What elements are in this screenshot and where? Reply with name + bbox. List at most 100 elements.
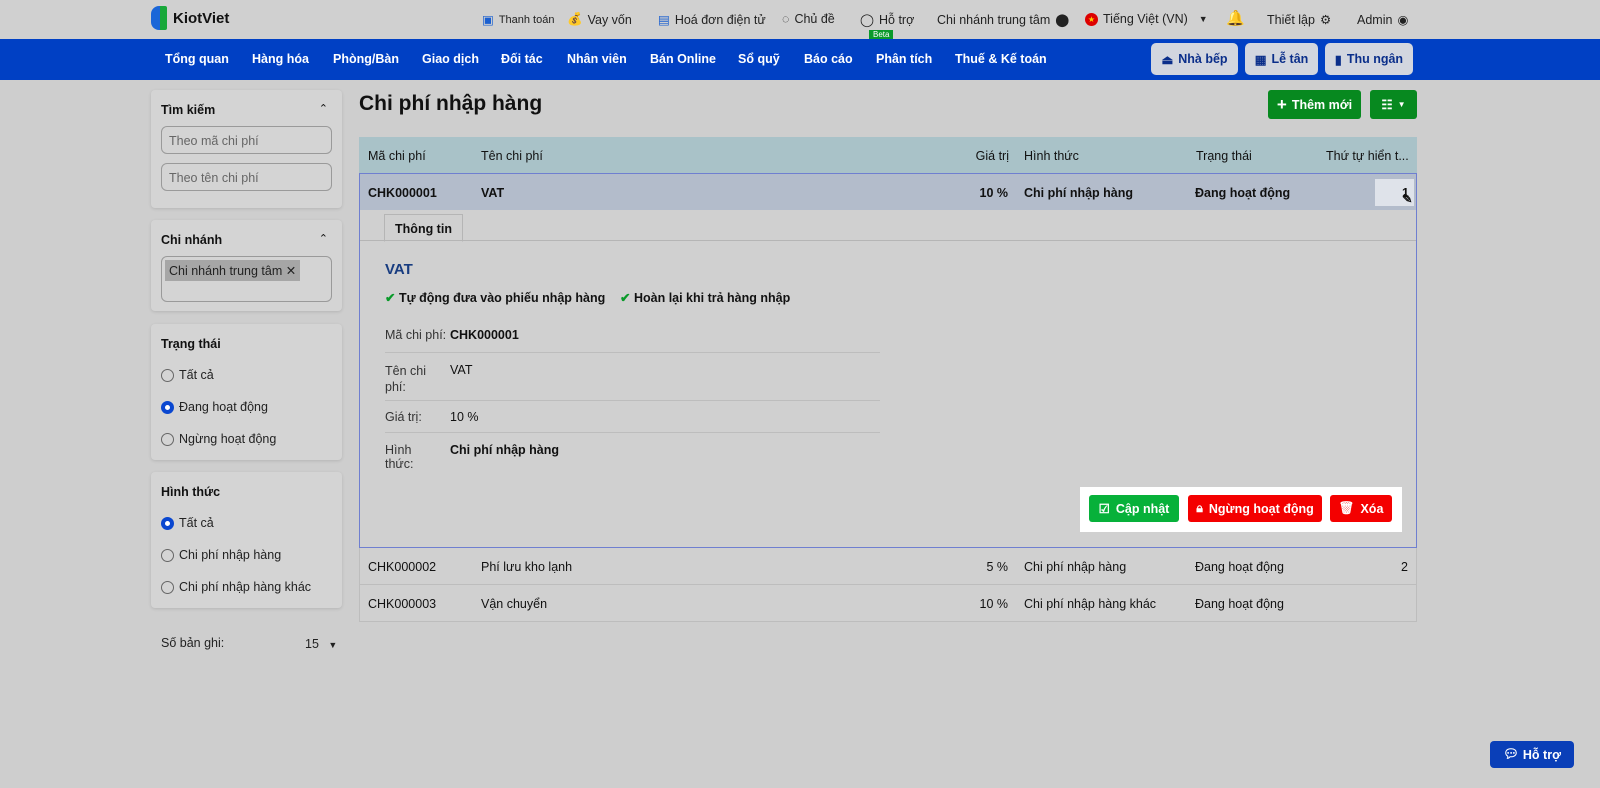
- palette-icon: ◌: [782, 12, 790, 26]
- name-search-input[interactable]: Theo tên chi phí: [161, 163, 332, 191]
- pencil-icon: ✎: [1402, 192, 1413, 206]
- check-icon: ✔: [620, 291, 631, 305]
- col-code: Mã chi phí: [368, 149, 426, 163]
- loan-link[interactable]: 💰 Vay vốn: [567, 12, 632, 27]
- nav-partners[interactable]: Đối tác: [501, 52, 543, 66]
- field-code: Mã chi phí: CHK000001: [385, 328, 880, 353]
- order-edit-field[interactable]: ✎ 1: [1375, 179, 1414, 206]
- logo[interactable]: KiotViet: [151, 6, 229, 30]
- update-button[interactable]: ☑ Cập nhật: [1089, 495, 1179, 522]
- delete-button[interactable]: 🗑︎ Xóa: [1330, 495, 1392, 522]
- top-bar: KiotViet ▣ Thanh toán 💰 Vay vốn ▤ Hoá đơn đ…: [0, 0, 1600, 39]
- col-order: Thứ tự hiển t...: [1326, 149, 1409, 163]
- bell-icon[interactable]: 🔔: [1226, 9, 1245, 27]
- type-panel: Hình thức Tất cả Chi phí nhập hàng Chi p…: [151, 472, 342, 608]
- trash-icon: 🗑︎: [1338, 501, 1355, 515]
- field-value: Giá trị: 10 %: [385, 410, 880, 433]
- close-icon[interactable]: ✕: [286, 264, 296, 278]
- einvoice-link[interactable]: ▤ Hoá đơn điện tử: [658, 12, 766, 28]
- payment-link[interactable]: ▣ Thanh toán: [482, 12, 554, 27]
- plus-icon: +: [1276, 94, 1287, 114]
- money-bag-icon: 💰: [567, 12, 583, 26]
- user-menu[interactable]: Admin ◉: [1357, 12, 1409, 28]
- status-title: Trạng thái: [161, 337, 221, 351]
- table-header: Mã chi phí Tên chi phí Giá trị Hình thức…: [359, 137, 1417, 173]
- branch-title: Chi nhánh: [161, 233, 223, 247]
- gear-icon: ⚙: [1319, 13, 1332, 27]
- status-panel: Trạng thái Tất cả Đang hoạt động Ngừng h…: [151, 324, 342, 460]
- cloche-icon: ⏏: [1161, 52, 1174, 67]
- location-pin-icon: ⬤: [1055, 13, 1070, 27]
- support-link[interactable]: ◯ Hỗ trợ: [860, 12, 914, 28]
- caret-down-icon: ▼: [328, 640, 338, 650]
- chat-bubble-icon: 💬︎: [1503, 747, 1519, 761]
- status-inactive-radio[interactable]: Ngừng hoạt động: [161, 432, 276, 446]
- nav-rooms[interactable]: Phòng/Bàn: [333, 52, 399, 66]
- type-other-radio[interactable]: Chi phí nhập hàng khác: [161, 580, 311, 594]
- list-icon: ☷: [1381, 98, 1393, 112]
- auto-add-check: ✔ Tự động đưa vào phiếu nhập hàng: [385, 291, 606, 305]
- kiotviet-logo-icon: [151, 6, 167, 30]
- deactivate-button[interactable]: 🔒︎ Ngừng hoạt động: [1188, 495, 1322, 522]
- calendar-icon: ▦: [1254, 52, 1267, 67]
- search-panel: Tìm kiếm ⌃ Theo mã chi phí Theo tên chi …: [151, 90, 342, 208]
- nav-cashbook[interactable]: Sổ quỹ: [738, 52, 780, 66]
- beta-badge: Beta: [869, 30, 894, 39]
- chevron-up-icon[interactable]: ⌃: [319, 232, 328, 245]
- refund-check: ✔ Hoàn lại khi trả hàng nhập: [620, 291, 791, 305]
- checkbox-icon: ☑: [1098, 502, 1110, 516]
- field-name: Tên chi phí: VAT: [385, 363, 880, 401]
- field-type: Hình thức: Chi phí nhập hàng: [385, 443, 560, 471]
- caret-down-icon: ▼: [1397, 100, 1406, 109]
- check-icon: ✔: [385, 291, 396, 305]
- records-select[interactable]: 15 ▼: [305, 637, 337, 651]
- table-row[interactable]: CHK000001 VAT 10 % Chi phí nhập hàng Đan…: [359, 173, 1417, 210]
- language-selector[interactable]: ★ Tiếng Việt (VN) ▼: [1085, 12, 1208, 26]
- column-options-button[interactable]: ☷ ▼: [1370, 90, 1417, 119]
- branch-selector[interactable]: Chi nhánh trung tâm ⬤: [937, 12, 1070, 28]
- col-name: Tên chi phí: [481, 149, 543, 163]
- col-status: Trạng thái: [1196, 149, 1252, 163]
- nav-overview[interactable]: Tổng quan: [165, 52, 229, 66]
- tab-info[interactable]: Thông tin: [384, 214, 463, 242]
- branch-panel: Chi nhánh ⌃ Chi nhánh trung tâm ✕: [151, 220, 342, 311]
- col-value: Giá trị: [975, 149, 1009, 163]
- nav-transactions[interactable]: Giao dịch: [422, 52, 479, 66]
- page-title: Chi phí nhập hàng: [359, 92, 543, 115]
- col-type: Hình thức: [1024, 149, 1079, 163]
- type-import-radio[interactable]: Chi phí nhập hàng: [161, 548, 281, 562]
- type-all-radio[interactable]: Tất cả: [161, 516, 214, 530]
- help-chat-button[interactable]: 💬︎ Hỗ trợ: [1490, 741, 1574, 768]
- nav-reports[interactable]: Báo cáo: [804, 52, 853, 66]
- records-label: Số bản ghi:: [161, 636, 225, 650]
- nav-online[interactable]: Bán Online: [650, 52, 716, 66]
- search-title: Tìm kiếm: [161, 103, 216, 117]
- kitchen-button[interactable]: ⏏ Nhà bếp: [1151, 43, 1238, 75]
- action-bar: ☑ Cập nhật 🔒︎ Ngừng hoạt động 🗑︎ Xóa: [1080, 487, 1402, 532]
- status-active-radio[interactable]: Đang hoạt động: [161, 400, 268, 414]
- add-new-button[interactable]: + Thêm mới: [1268, 90, 1361, 119]
- settings-link[interactable]: Thiết lập ⚙: [1267, 12, 1332, 28]
- chat-icon: ◯: [860, 13, 874, 27]
- caret-down-icon: ▼: [1198, 14, 1208, 24]
- detail-heading: VAT: [385, 261, 413, 278]
- table-row[interactable]: CHK000003 Vận chuyển 10 % Chi phí nhập h…: [359, 585, 1417, 622]
- branch-multiselect[interactable]: Chi nhánh trung tâm ✕: [161, 256, 332, 302]
- reception-button[interactable]: ▦ Lễ tân: [1245, 43, 1318, 75]
- vietnam-flag-icon: ★: [1085, 12, 1098, 26]
- status-all-radio[interactable]: Tất cả: [161, 368, 214, 382]
- user-icon: ◉: [1397, 13, 1409, 27]
- cashier-button[interactable]: ▮ Thu ngân: [1325, 43, 1413, 75]
- invoice-icon: ▤: [658, 13, 670, 27]
- theme-link[interactable]: ◌ Chủ đề: [782, 12, 835, 26]
- nav-tax[interactable]: Thuế & Kế toán: [955, 52, 1047, 66]
- main-nav: Tổng quan Hàng hóa Phòng/Bàn Giao dịch Đ…: [0, 39, 1600, 80]
- code-search-input[interactable]: Theo mã chi phí: [161, 126, 332, 154]
- nav-staff[interactable]: Nhân viên: [567, 52, 627, 66]
- wallet-icon: ▣: [482, 13, 494, 27]
- document-icon: ▮: [1334, 52, 1342, 67]
- nav-analytics[interactable]: Phân tích: [876, 52, 932, 66]
- table-row[interactable]: CHK000002 Phí lưu kho lạnh 5 % Chi phí n…: [359, 548, 1417, 585]
- chevron-up-icon[interactable]: ⌃: [319, 102, 328, 115]
- nav-products[interactable]: Hàng hóa: [252, 52, 309, 66]
